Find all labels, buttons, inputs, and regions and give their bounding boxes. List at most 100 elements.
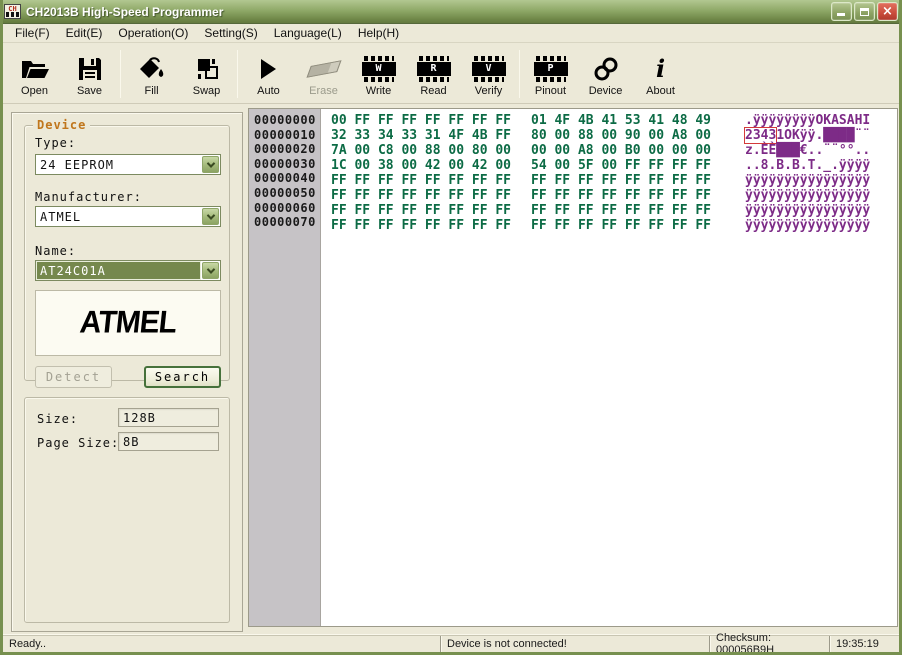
auto-play-icon	[261, 53, 276, 85]
chevron-down-icon	[206, 211, 214, 219]
chip-write-icon: W	[362, 53, 396, 85]
toolbar-button-erase[interactable]: Erase	[296, 47, 351, 101]
manufacturer-label: Manufacturer:	[35, 190, 142, 204]
swap-icon	[194, 53, 220, 85]
hex-address: 00000040	[254, 171, 320, 186]
maximize-button[interactable]	[854, 2, 875, 21]
app-window: CH CH2013B High-Speed Programmer × File(…	[0, 0, 902, 655]
hex-row: FF FF FF FF FF FF FF FF FF FF FF FF FF F…	[321, 218, 897, 233]
hex-row: FF FF FF FF FF FF FF FF FF FF FF FF FF F…	[321, 203, 897, 218]
hex-address: 00000010	[254, 128, 320, 143]
close-icon: ×	[882, 5, 893, 18]
hex-data-area[interactable]: 00 FF FF FF FF FF FF FF 01 4F 4B 41 53 4…	[321, 113, 897, 233]
status-device-connection: Device is not connected!	[440, 636, 709, 652]
info-icon: i	[656, 53, 665, 85]
menu-file[interactable]: File(F)	[7, 24, 58, 42]
type-combobox[interactable]: 24 EEPROM	[35, 154, 221, 175]
main-area: Device Type: 24 EEPROM Manufacturer: ATM…	[3, 104, 899, 632]
manufacturer-logo-box: ATMEL	[35, 290, 221, 356]
hex-address: 00000060	[254, 201, 320, 216]
detect-button[interactable]: Detect	[35, 366, 112, 388]
size-field: 128B	[118, 408, 219, 427]
toolbar-button-pinout[interactable]: P Pinout	[523, 47, 578, 101]
device-groupbox: Device Type: 24 EEPROM Manufacturer: ATM…	[24, 125, 230, 381]
open-folder-icon	[20, 53, 50, 85]
hex-editor[interactable]: 00000000 00000010 00000020 00000030 0000…	[248, 108, 898, 627]
toolbar-separator	[519, 50, 520, 98]
toolbar-button-fill[interactable]: Fill	[124, 47, 179, 101]
menu-bar: File(F) Edit(E) Operation(O) Setting(S) …	[3, 24, 899, 43]
page-size-label: Page Size:	[37, 436, 119, 450]
menu-operation[interactable]: Operation(O)	[110, 24, 196, 42]
hex-row: 7A 00 C8 00 88 00 80 00 00 00 A8 00 B0 0…	[321, 143, 897, 158]
eraser-icon	[310, 53, 338, 85]
toolbar-button-verify[interactable]: V Verify	[461, 47, 516, 101]
minimize-icon	[837, 13, 845, 16]
minimize-button[interactable]	[831, 2, 852, 21]
toolbar-button-save[interactable]: Save	[62, 47, 117, 101]
chip-verify-icon: V	[472, 53, 506, 85]
manufacturer-dropdown-button[interactable]	[202, 208, 219, 225]
window-title: CH2013B High-Speed Programmer	[26, 5, 826, 19]
status-time: 19:35:19	[829, 636, 899, 652]
chevron-down-icon	[206, 159, 214, 167]
toolbar-button-open[interactable]: Open	[7, 47, 62, 101]
hex-ascii: ÿÿÿÿÿÿÿÿÿÿÿÿÿÿÿÿ	[745, 218, 870, 233]
hex-address-gutter: 00000000 00000010 00000020 00000030 0000…	[249, 109, 321, 626]
toolbar-button-auto[interactable]: Auto	[241, 47, 296, 101]
chip-read-icon: R	[417, 53, 451, 85]
fill-bucket-icon	[138, 53, 166, 85]
name-dropdown-button[interactable]	[202, 262, 219, 279]
hex-address: 00000020	[254, 142, 320, 157]
title-bar: CH CH2013B High-Speed Programmer ×	[0, 0, 902, 24]
hex-address: 00000070	[254, 215, 320, 230]
close-button[interactable]: ×	[877, 2, 898, 21]
hex-row: FF FF FF FF FF FF FF FF FF FF FF FF FF F…	[321, 173, 897, 188]
maximize-icon	[860, 8, 869, 16]
hex-ascii: z.ÈÈ███€..¨¨°°..	[745, 143, 870, 158]
atmel-logo: ATMEL	[78, 305, 178, 341]
manufacturer-combobox[interactable]: ATMEL	[35, 206, 221, 227]
hex-row: FF FF FF FF FF FF FF FF FF FF FF FF FF F…	[321, 188, 897, 203]
manufacturer-value: ATMEL	[36, 207, 201, 226]
menu-setting[interactable]: Setting(S)	[196, 24, 265, 42]
name-combobox[interactable]: AT24C01A	[35, 260, 221, 281]
app-icon-pins	[6, 12, 19, 17]
hex-ascii: ÿÿÿÿÿÿÿÿÿÿÿÿÿÿÿÿ	[745, 173, 870, 188]
device-group-title: Device	[33, 118, 90, 132]
menu-language[interactable]: Language(L)	[266, 24, 350, 42]
app-icon: CH	[4, 4, 21, 19]
toolbar-button-read[interactable]: R Read	[406, 47, 461, 101]
hex-selection-box: 2343	[745, 128, 776, 143]
type-label: Type:	[35, 136, 76, 150]
hex-ascii: ÿÿÿÿÿÿÿÿÿÿÿÿÿÿÿÿ	[745, 203, 870, 218]
hex-row: 32 33 34 33 31 4F 4B FF 80 00 88 00 90 0…	[321, 128, 897, 143]
hex-ascii: .ÿÿÿÿÿÿÿÿOKASAHI	[745, 113, 870, 128]
device-side-panel: Device Type: 24 EEPROM Manufacturer: ATM…	[11, 112, 243, 632]
toolbar-separator	[237, 50, 238, 98]
type-value: 24 EEPROM	[36, 155, 201, 174]
hex-ascii: 23431OKÿÿ.████¨¨	[745, 128, 870, 143]
toolbar-button-device[interactable]: Device	[578, 47, 633, 101]
page-size-field: 8B	[118, 432, 219, 451]
menu-help[interactable]: Help(H)	[350, 24, 407, 42]
toolbar-button-swap[interactable]: Swap	[179, 47, 234, 101]
toolbar-separator	[120, 50, 121, 98]
name-value: AT24C01A	[36, 261, 201, 280]
toolbar-button-about[interactable]: i About	[633, 47, 688, 101]
hex-address: 00000030	[254, 157, 320, 172]
search-button[interactable]: Search	[144, 366, 221, 388]
type-dropdown-button[interactable]	[202, 156, 219, 173]
status-ready: Ready..	[3, 636, 440, 652]
status-bar: Ready.. Device is not connected! Checksu…	[3, 635, 899, 652]
size-label: Size:	[37, 412, 78, 426]
toolbar-button-write[interactable]: W Write	[351, 47, 406, 101]
menu-edit[interactable]: Edit(E)	[58, 24, 111, 42]
hex-row: 00 FF FF FF FF FF FF FF 01 4F 4B 41 53 4…	[321, 113, 897, 128]
hex-address: 00000050	[254, 186, 320, 201]
hex-address: 00000000	[254, 113, 320, 128]
link-icon	[592, 53, 620, 85]
hex-ascii: ÿÿÿÿÿÿÿÿÿÿÿÿÿÿÿÿ	[745, 188, 870, 203]
chip-pinout-icon: P	[534, 53, 568, 85]
name-label: Name:	[35, 244, 76, 258]
